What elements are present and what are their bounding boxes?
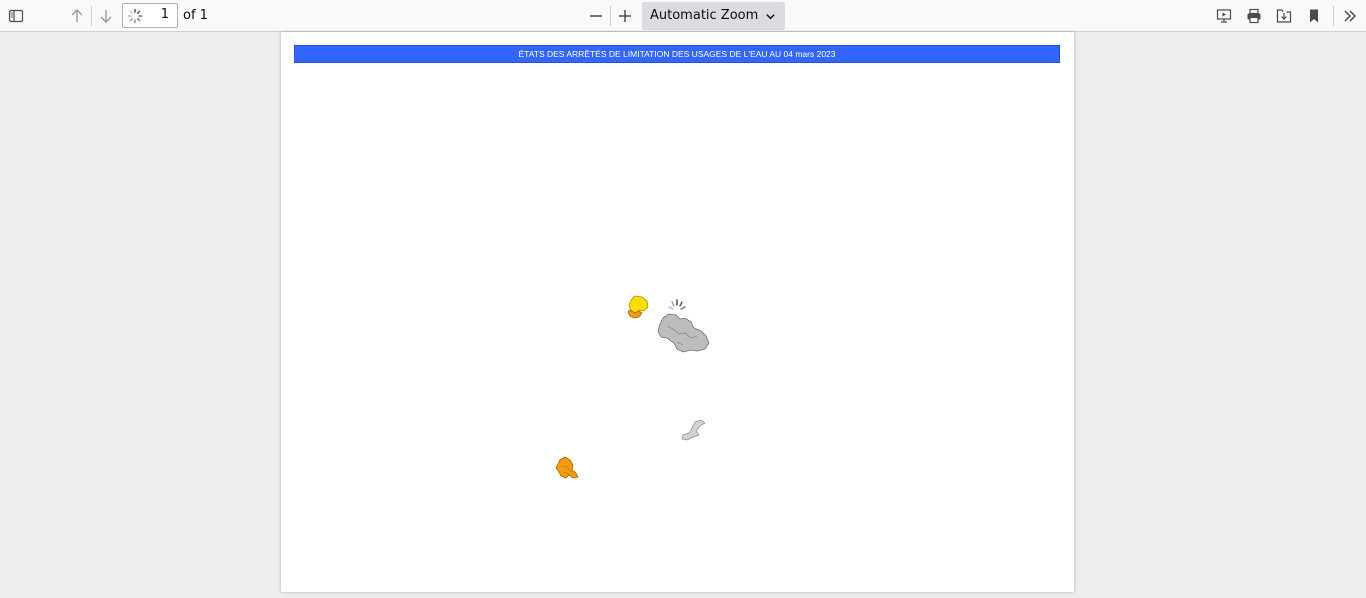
chevron-down-icon: [766, 14, 775, 20]
presentation-icon: [1216, 9, 1232, 23]
territory-grey-main: [657, 313, 710, 353]
territory-orange: [555, 456, 579, 479]
territory-yellow-orange: [627, 295, 649, 319]
page-number-input[interactable]: [143, 7, 169, 22]
zoom-in-icon: [619, 10, 631, 22]
bookmark-icon: [1310, 9, 1318, 23]
next-page-button[interactable]: [93, 3, 119, 29]
double-chevron-right-icon: [1344, 10, 1357, 22]
map-loading-spinner-icon: [668, 299, 686, 310]
presentation-mode-button[interactable]: [1211, 3, 1237, 29]
zoom-select-value: Automatic Zoom: [650, 8, 759, 23]
toolbar-divider: [91, 6, 92, 26]
arrow-down-icon: [100, 10, 112, 23]
sidebar-toggle-button[interactable]: [3, 3, 29, 29]
zoom-out-button[interactable]: [583, 3, 609, 29]
zoom-out-icon: [590, 15, 602, 17]
pdf-toolbar: of 1 Automatic Zoom: [0, 0, 1366, 32]
loading-spinner-icon: [127, 8, 143, 24]
arrow-up-icon: [71, 9, 83, 22]
print-icon: [1247, 8, 1261, 24]
print-button[interactable]: [1241, 3, 1267, 29]
page-number-field[interactable]: [122, 3, 178, 28]
toolbar-divider: [610, 6, 611, 26]
bookmark-button[interactable]: [1301, 3, 1327, 29]
previous-page-button[interactable]: [64, 3, 90, 29]
drought-map: [555, 295, 710, 479]
tools-menu-button[interactable]: [1337, 3, 1363, 29]
pdf-page: ÉTATS DES ARRÊTÉS DE LIMITATION DES USAG…: [281, 32, 1074, 592]
download-icon: [1276, 9, 1292, 23]
toolbar-divider: [1333, 6, 1334, 26]
sidebar-toggle-icon: [8, 9, 24, 23]
zoom-select[interactable]: Automatic Zoom: [642, 2, 785, 30]
page-count-label: of 1: [183, 8, 208, 23]
zoom-in-button[interactable]: [612, 3, 638, 29]
download-button[interactable]: [1271, 3, 1297, 29]
territory-grey-small: [681, 419, 706, 441]
